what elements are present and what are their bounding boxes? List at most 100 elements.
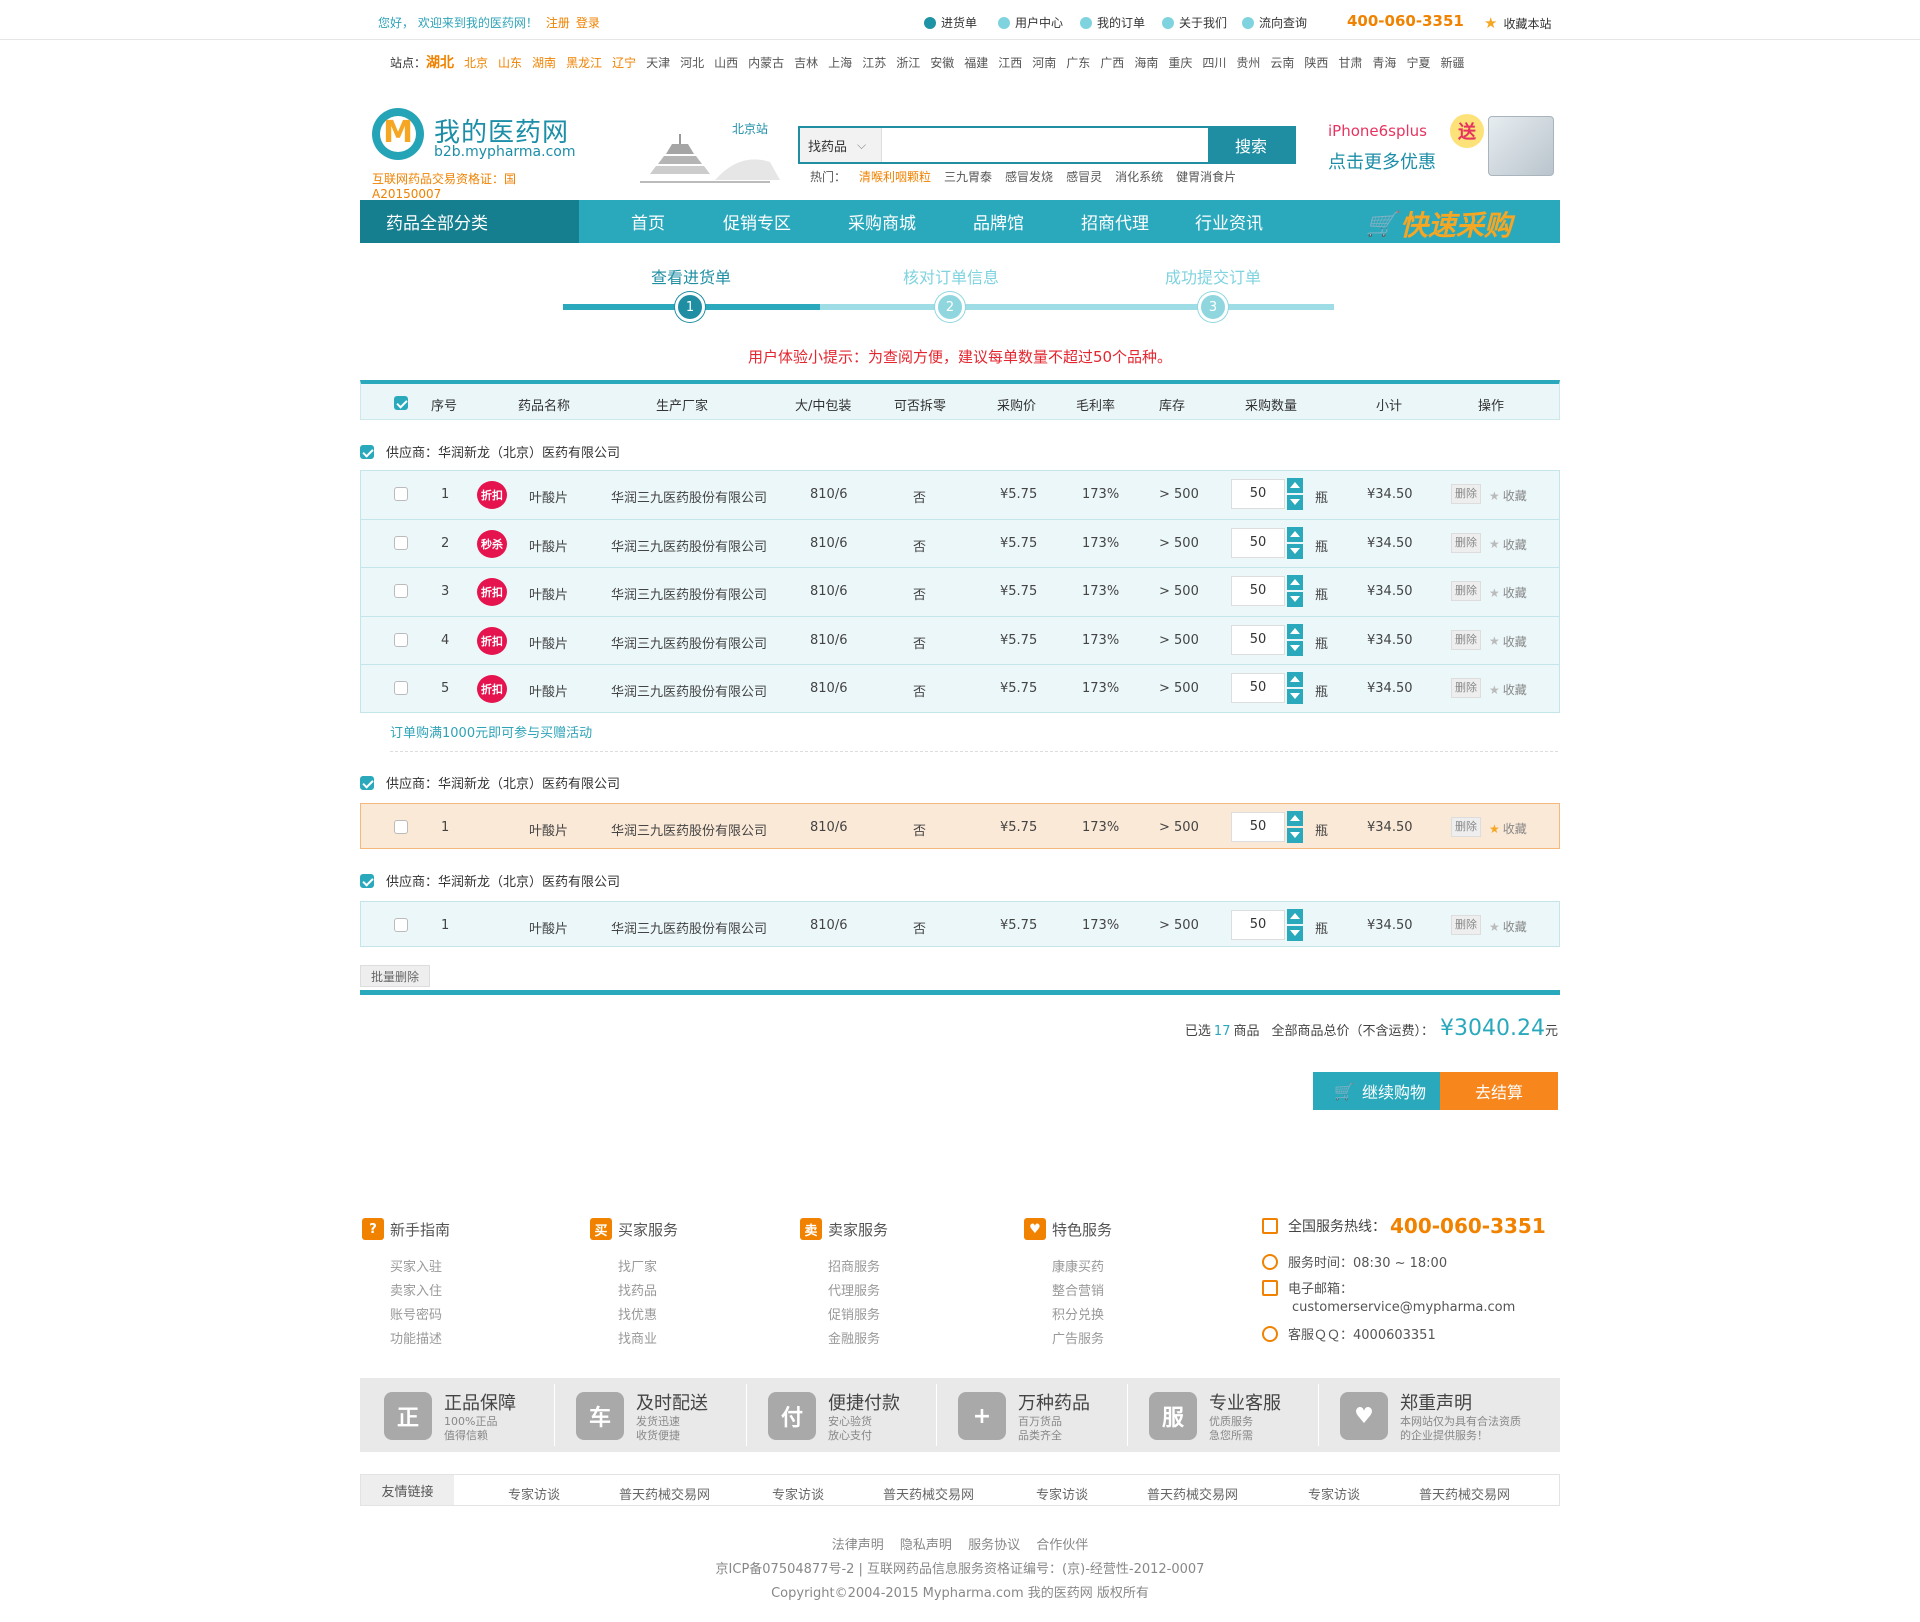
station-item[interactable]: 湖南 (532, 54, 556, 71)
promo-note[interactable]: 订单购满1000元即可参与买赠活动 (390, 722, 592, 741)
top-link-user-center[interactable]: 用户中心 (998, 14, 1063, 31)
nav-item-promotions[interactable]: 促销专区 (723, 200, 791, 243)
increment-button[interactable] (1287, 672, 1303, 688)
nav-item-news[interactable]: 行业资讯 (1195, 200, 1263, 243)
station-item[interactable]: 山东 (498, 54, 522, 71)
register-link[interactable]: 注册 (546, 16, 570, 30)
select-all-checkbox[interactable] (394, 396, 408, 410)
login-link[interactable]: 登录 (576, 16, 600, 30)
top-link-flow-query[interactable]: 流向查询 (1242, 14, 1307, 31)
station-item[interactable]: 北京 (464, 54, 488, 71)
station-item[interactable]: 山西 (714, 54, 738, 71)
row-checkbox[interactable] (394, 632, 408, 647)
footer-link[interactable]: 账号密码 (390, 1304, 442, 1323)
favorite-button[interactable]: ★ 收藏 (1489, 536, 1527, 553)
quantity-input[interactable]: 50 (1231, 527, 1285, 558)
favorite-button[interactable]: ★ 收藏 (1489, 487, 1527, 504)
delete-button[interactable]: 删除 (1451, 629, 1481, 650)
delete-button[interactable]: 删除 (1451, 581, 1481, 602)
increment-button[interactable] (1287, 811, 1303, 826)
row-checkbox[interactable] (394, 487, 408, 501)
drug-name[interactable]: 叶酸片 (529, 584, 568, 603)
quantity-input[interactable]: 50 (1231, 576, 1285, 607)
batch-delete-button[interactable]: 批量删除 (360, 965, 430, 987)
station-item[interactable]: 广东 (1066, 54, 1090, 71)
legal-link[interactable]: 服务协议 (968, 1538, 1020, 1553)
row-checkbox[interactable] (394, 535, 408, 550)
delete-button[interactable]: 删除 (1451, 678, 1481, 699)
drug-name[interactable]: 叶酸片 (529, 487, 568, 506)
row-checkbox[interactable] (394, 681, 408, 696)
decrement-button[interactable] (1287, 828, 1303, 843)
quantity-input[interactable]: 50 (1231, 910, 1285, 940)
friend-link[interactable]: 专家访谈 (508, 1484, 560, 1503)
supplier-checkbox[interactable] (360, 444, 374, 459)
increment-button[interactable] (1287, 909, 1303, 924)
footer-link[interactable]: 代理服务 (828, 1280, 880, 1299)
footer-link[interactable]: 广告服务 (1052, 1328, 1104, 1347)
top-link-my-orders[interactable]: 我的订单 (1080, 14, 1145, 31)
friend-link[interactable]: 普天药械交易网 (619, 1484, 710, 1503)
service-email-address[interactable]: customerservice@mypharma.com (1292, 1300, 1515, 1315)
decrement-button[interactable] (1287, 592, 1303, 608)
station-item[interactable]: 陕西 (1304, 54, 1328, 71)
legal-link[interactable]: 合作伙伴 (1036, 1538, 1088, 1553)
station-item[interactable]: 江苏 (862, 54, 886, 71)
row-checkbox[interactable] (394, 820, 408, 834)
footer-link[interactable]: 买家入驻 (390, 1256, 442, 1275)
footer-link[interactable]: 招商服务 (828, 1256, 880, 1275)
friend-link[interactable]: 普天药械交易网 (1147, 1484, 1238, 1503)
footer-link[interactable]: 找优惠 (618, 1304, 657, 1323)
footer-link[interactable]: 积分兑换 (1052, 1304, 1104, 1323)
footer-link[interactable]: 促销服务 (828, 1304, 880, 1323)
delete-button[interactable]: 删除 (1451, 915, 1481, 935)
friend-link[interactable]: 专家访谈 (1308, 1484, 1360, 1503)
station-item[interactable]: 重庆 (1168, 54, 1192, 71)
footer-link[interactable]: 卖家入住 (390, 1280, 442, 1299)
favorite-button[interactable]: ★ 收藏 (1489, 633, 1527, 650)
footer-link[interactable]: 找厂家 (618, 1256, 657, 1275)
station-item[interactable]: 河北 (680, 54, 704, 71)
station-item[interactable]: 青海 (1372, 54, 1396, 71)
friend-link[interactable]: 普天药械交易网 (1419, 1484, 1510, 1503)
station-item[interactable]: 福建 (964, 54, 988, 71)
nav-item-home[interactable]: 首页 (631, 200, 665, 243)
station-item[interactable]: 黑龙江 (566, 54, 602, 71)
legal-link[interactable]: 法律声明 (832, 1538, 884, 1553)
quantity-input[interactable]: 50 (1231, 624, 1285, 655)
station-item[interactable]: 辽宁 (612, 54, 636, 71)
footer-link[interactable]: 找商业 (618, 1328, 657, 1347)
quantity-input[interactable]: 50 (1231, 673, 1285, 704)
hot-keyword[interactable]: 三九胃泰 (944, 168, 992, 185)
search-button[interactable]: 搜索 (1208, 128, 1294, 162)
friend-link[interactable]: 普天药械交易网 (883, 1484, 974, 1503)
legal-link[interactable]: 隐私声明 (900, 1538, 952, 1553)
hot-keyword[interactable]: 感冒灵 (1066, 168, 1102, 185)
drug-name[interactable]: 叶酸片 (529, 820, 568, 839)
station-item[interactable]: 安徽 (930, 54, 954, 71)
hot-keyword[interactable]: 健胃消食片 (1176, 168, 1236, 185)
favorite-button[interactable]: ★ 收藏 (1489, 584, 1527, 601)
favorite-button[interactable]: ★ 收藏 (1489, 918, 1527, 935)
search-input[interactable] (882, 128, 1208, 162)
checkout-button[interactable]: 去结算 (1440, 1072, 1558, 1110)
station-current[interactable]: 湖北 (426, 52, 454, 72)
station-item[interactable]: 上海 (828, 54, 852, 71)
supplier-checkbox[interactable] (360, 775, 374, 790)
station-item[interactable]: 江西 (998, 54, 1022, 71)
drug-name[interactable]: 叶酸片 (529, 633, 568, 652)
footer-link[interactable]: 金融服务 (828, 1328, 880, 1347)
increment-button[interactable] (1287, 623, 1303, 639)
search-category-select[interactable]: 找药品 ⌵ (800, 128, 882, 162)
hot-keyword[interactable]: 感冒发烧 (1005, 168, 1053, 185)
drug-name[interactable]: 叶酸片 (529, 918, 568, 937)
decrement-button[interactable] (1287, 640, 1303, 656)
footer-link[interactable]: 找药品 (618, 1280, 657, 1299)
station-item[interactable]: 新疆 (1440, 54, 1464, 71)
continue-shopping-button[interactable]: 🛒 继续购物 (1313, 1072, 1447, 1110)
station-item[interactable]: 天津 (646, 54, 670, 71)
station-item[interactable]: 贵州 (1236, 54, 1260, 71)
favorite-button[interactable]: ★ 收藏 (1489, 681, 1527, 698)
delete-button[interactable]: 删除 (1451, 484, 1481, 504)
decrement-button[interactable] (1287, 495, 1303, 510)
